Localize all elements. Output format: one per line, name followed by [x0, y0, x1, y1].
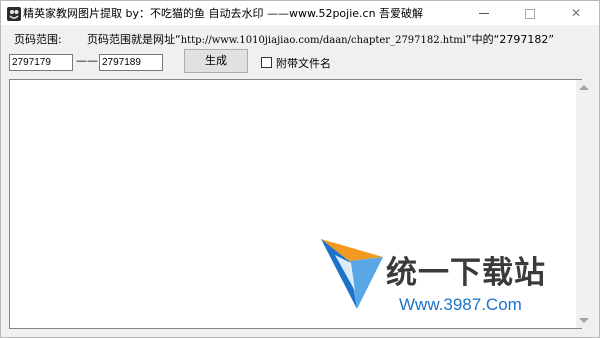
maximize-button[interactable] [507, 1, 553, 25]
hint-suffix: ”中的“2797182” [465, 33, 555, 46]
minimize-icon [479, 13, 489, 14]
scroll-down-icon[interactable] [579, 318, 589, 323]
range-separator: —— [76, 54, 98, 67]
attach-filename-checkbox[interactable] [261, 57, 272, 68]
generate-button[interactable]: 生成 [184, 49, 248, 73]
watermark-title: 统一下载站 [386, 255, 546, 291]
minimize-button[interactable] [461, 1, 507, 25]
watermark-logo-icon [321, 239, 383, 309]
window-title: 精英家教网图片提取 by：不吃猫的鱼 自动去水印 ——www.52pojie.c… [23, 7, 424, 20]
hint-prefix: 页码范围就是网址“ [87, 33, 181, 46]
attach-filename-label[interactable]: 附带文件名 [276, 55, 331, 71]
app-icon [7, 6, 21, 21]
range-to-input[interactable]: 2797189 [99, 54, 163, 71]
close-button[interactable]: ✕ [553, 1, 599, 25]
page-range-hint: 页码范围就是网址“http://www.1010jiajiao.com/daan… [87, 31, 554, 47]
range-from-input[interactable]: 2797179 [9, 54, 73, 71]
scroll-up-icon[interactable] [579, 85, 589, 90]
watermark-url: Www.3987.Com [399, 295, 522, 314]
main-window: 精英家教网图片提取 by：不吃猫的鱼 自动去水印 ——www.52pojie.c… [0, 0, 600, 338]
title-bar[interactable]: 精英家教网图片提取 by：不吃猫的鱼 自动去水印 ——www.52pojie.c… [1, 1, 599, 25]
maximize-icon [525, 8, 535, 19]
hint-url: http://www.1010jiajiao.com/daan/chapter_… [180, 35, 466, 46]
close-icon: ✕ [570, 6, 582, 20]
vertical-scrollbar[interactable] [576, 80, 592, 328]
page-range-label: 页码范围: [14, 33, 62, 46]
